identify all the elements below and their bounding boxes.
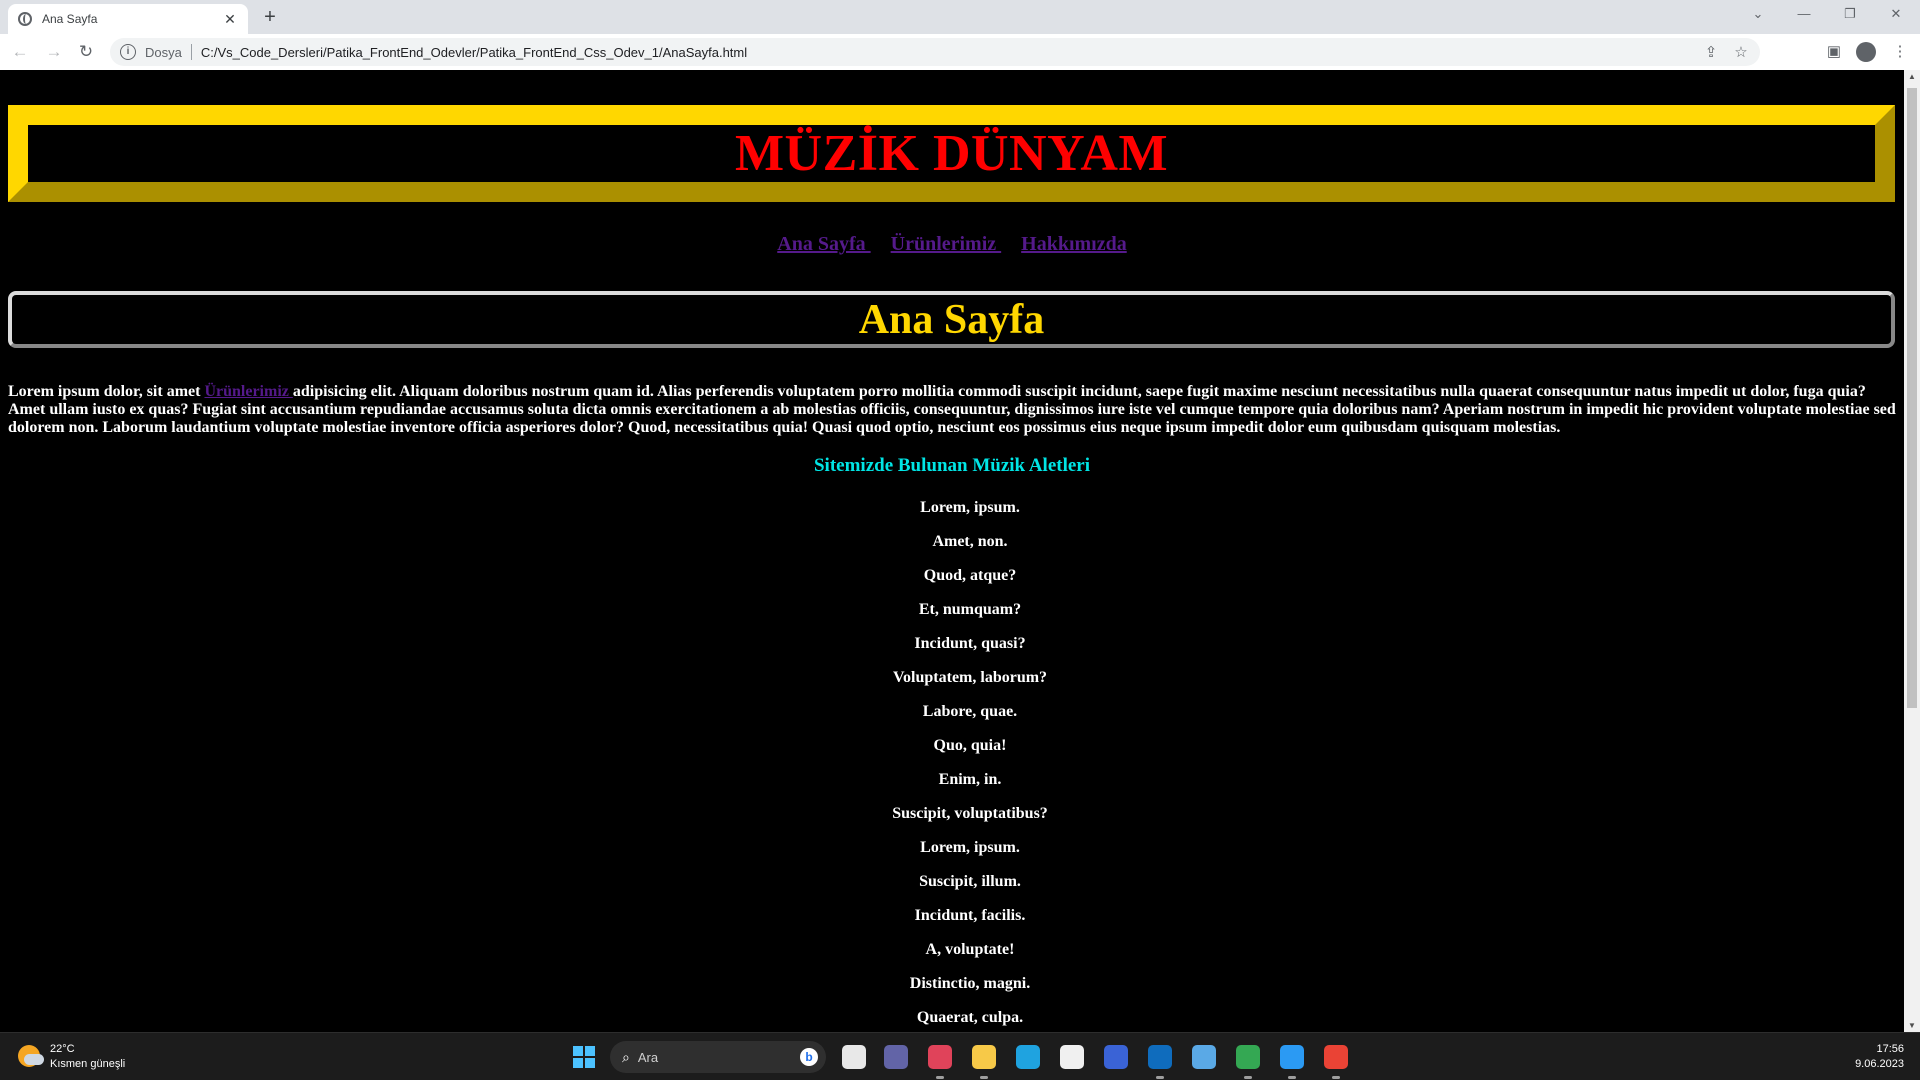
bing-icon[interactable]: b [800, 1048, 818, 1066]
web-page: MÜZİK DÜNYAM Ana Sayfa Ürünlerimiz Hakkı… [0, 70, 1904, 1032]
back-icon[interactable]: ← [10, 42, 30, 62]
section-title: Ana Sayfa [858, 296, 1045, 343]
intro-text-start: Lorem ipsum dolor, sit amet [8, 383, 205, 400]
search-icon: ⌕ [622, 1048, 630, 1065]
list-item: Enim, in. [938, 771, 1002, 788]
browser-tab[interactable]: Ana Sayfa ✕ [8, 4, 248, 34]
taskbar-search[interactable]: ⌕ Ara b [610, 1041, 826, 1073]
nav-link-urunlerimiz[interactable]: Ürünlerimiz [891, 233, 1002, 255]
active-app-indicator [1288, 1076, 1296, 1079]
list-item: Suscipit, illum. [919, 873, 1021, 890]
scroll-down-icon[interactable]: ▼ [1904, 1021, 1920, 1030]
window-close-button[interactable]: ✕ [1886, 6, 1906, 22]
weather-description[interactable]: Kısmen güneşli [50, 1058, 125, 1070]
active-app-indicator [936, 1076, 944, 1079]
info-icon[interactable]: i [120, 44, 136, 60]
list-item: Quod, atque? [923, 567, 1017, 584]
taskbar: 22°C Kısmen güneşli ⌕ Ara b 17:56 9.06.2… [0, 1032, 1920, 1080]
instruments-list: Lorem, ipsum. Amet, non. Quod, atque? Et… [0, 491, 1904, 1032]
list-item: Amet, non. [932, 533, 1008, 550]
windows-start-icon[interactable] [573, 1046, 595, 1068]
profile-avatar-icon[interactable] [1856, 42, 1876, 62]
search-placeholder: Ara [637, 1049, 659, 1065]
nav-link-hakkimizda[interactable]: Hakkımızda [1021, 233, 1127, 255]
snipping-tool-icon[interactable] [928, 1045, 952, 1069]
scheme-label: Dosya [145, 44, 182, 60]
share-icon[interactable]: ⇪ [1700, 43, 1722, 61]
remote-desktop-icon[interactable] [1192, 1045, 1216, 1069]
tab-close-icon[interactable]: ✕ [222, 11, 238, 28]
file-explorer-icon[interactable] [972, 1045, 996, 1069]
teams-icon[interactable] [884, 1045, 908, 1069]
address-bar[interactable]: i Dosya C:/Vs_Code_Dersleri/Patika_Front… [110, 38, 1760, 66]
instruments-heading: Sitemizde Bulunan Müzik Aletleri [813, 455, 1091, 476]
page-scrollbar[interactable]: ▲ ▼ [1904, 70, 1920, 1032]
list-item: A, voluptate! [925, 941, 1015, 958]
nav-link-ana-sayfa[interactable]: Ana Sayfa [777, 233, 870, 255]
list-item: Et, numquam? [918, 601, 1022, 618]
divider [190, 44, 192, 60]
clock-time[interactable]: 17:56 [1860, 1043, 1904, 1055]
browser-toolbar: ← → ↻ i Dosya C:/Vs_Code_Dersleri/Patika… [0, 34, 1920, 71]
restore-button[interactable]: ❐ [1840, 6, 1860, 22]
task-view-icon[interactable] [842, 1045, 866, 1069]
weather-icon[interactable] [18, 1045, 44, 1067]
list-item: Incidunt, quasi? [914, 635, 1026, 652]
active-app-indicator [980, 1076, 988, 1079]
globe-icon [18, 12, 32, 26]
power-automate-icon[interactable] [1104, 1045, 1128, 1069]
active-app-indicator [1156, 1076, 1164, 1079]
minimize-button[interactable]: — [1794, 6, 1814, 21]
list-item: Quaerat, culpa. [916, 1009, 1024, 1026]
list-item: Lorem, ipsum. [920, 499, 1020, 516]
chrome-icon[interactable] [1236, 1045, 1260, 1069]
url-text[interactable]: C:/Vs_Code_Dersleri/Patika_FrontEnd_Odev… [201, 45, 1700, 60]
scrollbar-thumb[interactable] [1907, 88, 1917, 708]
intro-paragraph: Lorem ipsum dolor, sit amet Ürünlerimiz … [8, 383, 1896, 437]
list-item: Incidunt, facilis. [914, 907, 1026, 924]
new-tab-button[interactable]: + [258, 6, 282, 29]
active-app-indicator [1244, 1076, 1252, 1079]
outlook-icon[interactable] [1148, 1045, 1172, 1069]
chrome-icon[interactable] [1324, 1045, 1348, 1069]
section-header: Ana Sayfa [8, 291, 1895, 348]
vscode-icon[interactable] [1280, 1045, 1304, 1069]
list-item: Suscipit, voluptatibus? [892, 805, 1048, 822]
microsoft-store-icon[interactable] [1060, 1045, 1084, 1069]
tab-title: Ana Sayfa [42, 12, 98, 26]
reload-icon[interactable]: ↻ [76, 42, 96, 62]
site-title: MÜZİK DÜNYAM [734, 125, 1169, 182]
list-item: Lorem, ipsum. [920, 839, 1020, 856]
intro-link-urunlerimiz[interactable]: Ürünlerimiz [204, 383, 292, 400]
edge-icon[interactable] [1016, 1045, 1040, 1069]
browser-tab-bar: Ana Sayfa ✕ + ⌄ — ❐ ✕ [0, 0, 1920, 34]
list-item: Labore, quae. [922, 703, 1018, 720]
scroll-up-icon[interactable]: ▲ [1904, 72, 1920, 81]
active-app-indicator [1332, 1076, 1340, 1079]
tab-search-icon[interactable]: ⌄ [1748, 6, 1768, 22]
side-panel-icon[interactable]: ▣ [1824, 42, 1844, 60]
list-item: Quo, quia! [933, 737, 1007, 754]
main-nav: Ana Sayfa Ürünlerimiz Hakkımızda [0, 233, 1904, 256]
list-item: Voluptatem, laborum? [892, 669, 1048, 686]
weather-temperature[interactable]: 22°C [50, 1043, 75, 1055]
clock-date[interactable]: 9.06.2023 [1836, 1058, 1904, 1070]
list-item: Distinctio, magni. [909, 975, 1031, 992]
bookmark-star-icon[interactable]: ☆ [1730, 43, 1752, 61]
site-header: MÜZİK DÜNYAM [8, 105, 1895, 202]
menu-icon[interactable]: ⋮ [1890, 42, 1910, 60]
forward-icon[interactable]: → [44, 42, 64, 62]
